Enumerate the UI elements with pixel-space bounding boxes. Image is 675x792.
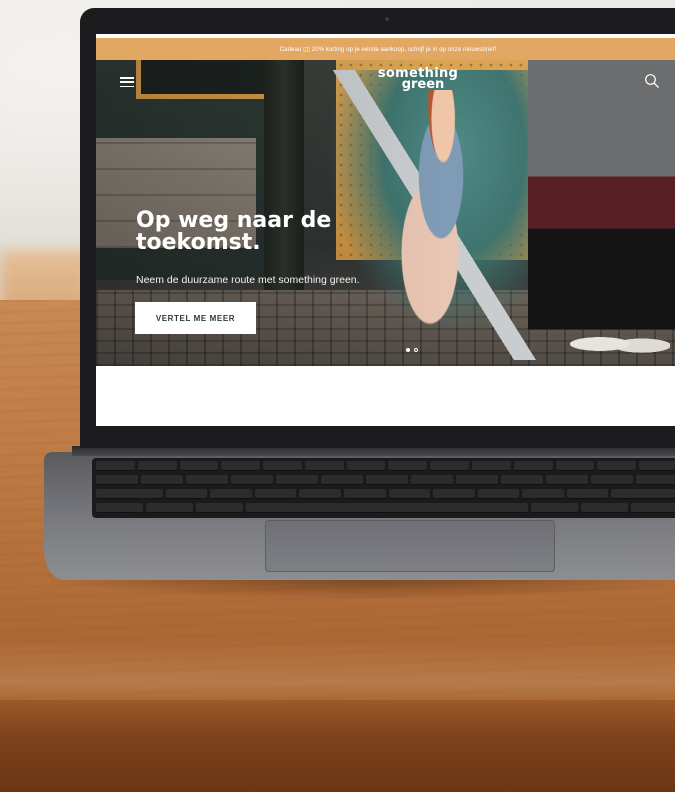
table-edge — [0, 700, 675, 792]
hero-headline-line-2: toekomst. — [136, 230, 261, 255]
laptop-trackpad — [265, 520, 555, 572]
announcement-text: Cadeau ▯▯ 20% korting op je eerste aanko… — [279, 46, 497, 53]
search-icon[interactable] — [644, 73, 660, 89]
announcement-bar: Cadeau ▯▯ 20% korting op je eerste aanko… — [96, 38, 675, 60]
photo-scene: Cadeau ▯▯ 20% korting op je eerste aanko… — [0, 0, 675, 792]
hamburger-menu-icon[interactable] — [120, 77, 134, 87]
content-area-below-hero — [96, 366, 675, 426]
laptop-keyboard — [92, 458, 675, 518]
slide-dot-2[interactable] — [414, 348, 418, 352]
slide-dot-1[interactable] — [406, 348, 410, 352]
tell-me-more-button[interactable]: VERTEL ME MEER — [135, 302, 256, 334]
hero-banner: something green Op weg naar de toekomst.… — [96, 60, 675, 366]
browser-screen: Cadeau ▯▯ 20% korting op je eerste aanko… — [96, 34, 675, 426]
site-logo[interactable]: something green — [372, 67, 464, 98]
hero-headline: Op weg naar de toekomst. — [136, 210, 396, 254]
webcam-dot — [385, 17, 389, 21]
hero-headline-line-1: Op weg naar de — [136, 208, 332, 233]
hero-subtitle: Neem de duurzame route met something gre… — [136, 274, 360, 286]
slider-pagination — [406, 348, 418, 352]
